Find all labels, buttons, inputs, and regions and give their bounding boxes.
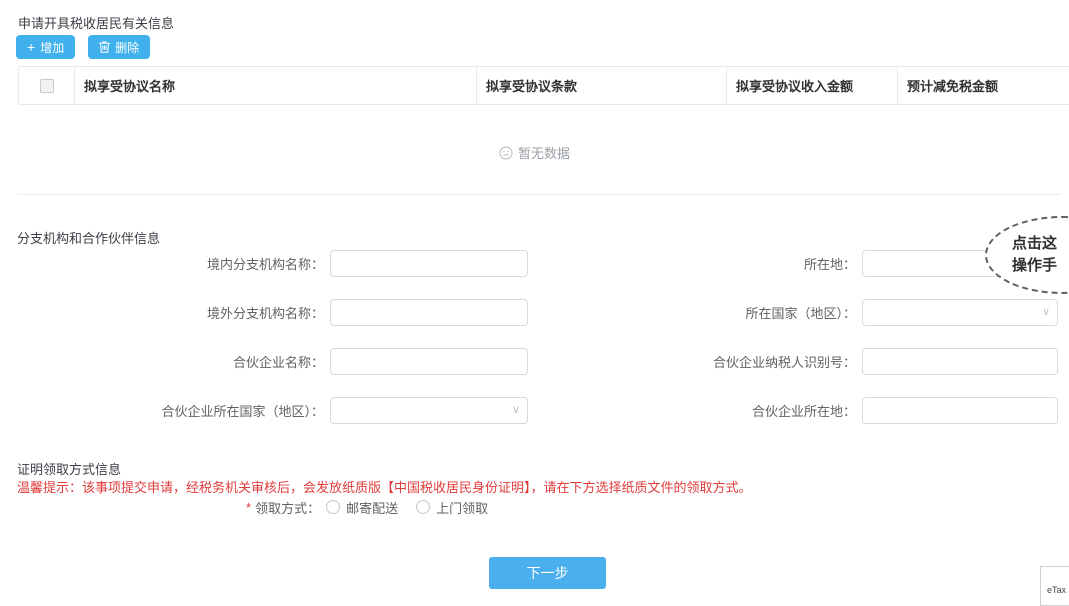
cert-section-title: 证明领取方式信息	[17, 459, 121, 478]
domestic-branch-name-label: 境内分支机构名称：	[0, 254, 330, 273]
field-partnership-location: 合伙企业所在地：	[540, 397, 1058, 424]
trash-icon	[99, 41, 110, 53]
partnership-taxpayer-id-input[interactable]	[862, 348, 1058, 375]
location-label: 所在地：	[540, 254, 862, 273]
help-manual-badge-line1: 点击这	[1012, 233, 1069, 255]
agreement-toolbar: + 增加 删除	[16, 35, 150, 59]
agreement-section-title: 申请开具税收居民有关信息	[18, 13, 174, 32]
agreement-table-header-row: 拟享受协议名称 拟享受协议条款 拟享受协议收入金额 预计减免税金额	[18, 66, 1069, 105]
section-divider	[18, 194, 1061, 195]
domestic-branch-name-input[interactable]	[330, 250, 528, 277]
overseas-branch-name-input[interactable]	[330, 299, 528, 326]
partnership-name-label: 合伙企业名称：	[0, 352, 330, 371]
country-region-label: 所在国家（地区）：	[540, 303, 862, 322]
overseas-branch-name-label: 境外分支机构名称：	[0, 303, 330, 322]
empty-state: 暂无数据	[0, 143, 1069, 162]
help-manual-badge-line2: 操作手	[1012, 255, 1069, 277]
delete-row-button-label: 删除	[115, 39, 139, 56]
select-all-checkbox[interactable]	[40, 79, 54, 93]
add-row-button[interactable]: + 增加	[16, 35, 75, 59]
field-location: 所在地：	[540, 250, 1058, 277]
field-partnership-taxpayer-id: 合伙企业纳税人识别号：	[540, 348, 1058, 375]
branch-section-title: 分支机构和合作伙伴信息	[17, 228, 160, 247]
column-header-agreement-clause: 拟享受协议条款	[477, 67, 727, 104]
partnership-name-input[interactable]	[330, 348, 528, 375]
field-partnership-name: 合伙企业名称：	[0, 348, 528, 375]
field-country-region: 所在国家（地区）： ∨	[540, 299, 1058, 326]
country-region-select[interactable]	[862, 299, 1058, 326]
required-asterisk: *	[246, 500, 251, 515]
radio-mail-delivery[interactable]	[326, 500, 340, 514]
empty-state-text: 暂无数据	[518, 143, 570, 162]
column-header-agreement-name: 拟享受协议名称	[75, 67, 477, 104]
delete-row-button[interactable]: 删除	[88, 35, 150, 59]
partnership-country-region-label: 合伙企业所在国家（地区）：	[0, 401, 330, 420]
next-step-button[interactable]: 下一步	[489, 557, 606, 589]
radio-pickup-in-person[interactable]	[416, 500, 430, 514]
etax-widget[interactable]: eTax	[1040, 566, 1069, 606]
partnership-country-region-select[interactable]	[330, 397, 528, 424]
etax-widget-label: eTax	[1047, 585, 1066, 595]
add-row-button-label: 增加	[40, 39, 64, 56]
delivery-method-label: 领取方式：	[255, 498, 320, 517]
column-header-agreement-income: 拟享受协议收入金额	[727, 67, 898, 104]
plus-icon: +	[27, 40, 35, 54]
field-partnership-country-region: 合伙企业所在国家（地区）： ∨	[0, 397, 528, 424]
partnership-location-label: 合伙企业所在地：	[540, 401, 862, 420]
field-domestic-branch-name: 境内分支机构名称：	[0, 250, 528, 277]
radio-mail-delivery-label[interactable]: 邮寄配送	[346, 498, 398, 517]
field-overseas-branch-name: 境外分支机构名称：	[0, 299, 528, 326]
partnership-location-input[interactable]	[862, 397, 1058, 424]
help-manual-badge[interactable]: 点击这 操作手	[985, 216, 1069, 294]
agreement-table: 拟享受协议名称 拟享受协议条款 拟享受协议收入金额 预计减免税金额	[18, 66, 1069, 105]
column-header-estimated-tax-relief: 预计减免税金额	[898, 67, 1069, 104]
radio-pickup-in-person-label[interactable]: 上门领取	[436, 498, 488, 517]
partnership-taxpayer-id-label: 合伙企业纳税人识别号：	[540, 352, 862, 371]
delivery-method-row: * 领取方式： 邮寄配送 上门领取	[246, 499, 488, 515]
empty-icon	[499, 146, 513, 160]
warm-notice-text: 温馨提示：该事项提交申请，经税务机关审核后，会发放纸质版【中国税收居民身份证明】…	[17, 477, 752, 496]
select-all-cell	[19, 67, 75, 104]
